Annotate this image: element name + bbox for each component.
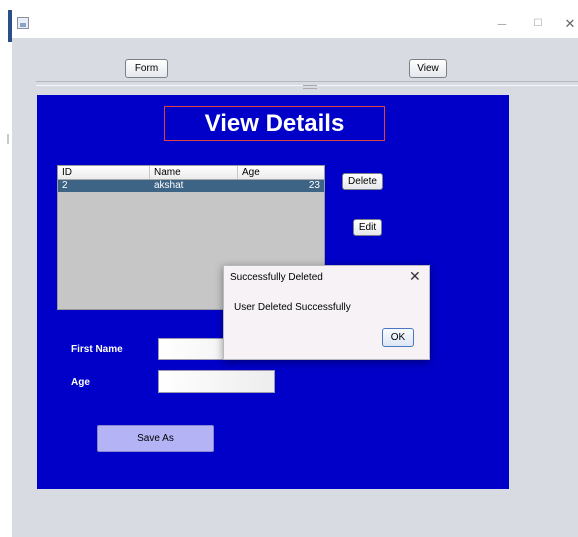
delete-button[interactable]: Delete: [342, 173, 383, 190]
split-pane-handle[interactable]: [303, 85, 317, 89]
column-header-age[interactable]: Age: [238, 166, 324, 179]
dialog-title: Successfully Deleted: [230, 272, 323, 283]
table-header: ID Name Age: [58, 166, 324, 180]
cell-age: 23: [308, 180, 320, 191]
background-edge: [0, 0, 12, 537]
cell-name: akshat: [154, 180, 184, 191]
first-name-label: First Name: [71, 344, 123, 355]
dialog-close-icon[interactable]: ✕: [409, 268, 421, 285]
ok-button[interactable]: OK: [382, 328, 414, 347]
column-header-id[interactable]: ID: [58, 166, 150, 179]
edit-button[interactable]: Edit: [353, 219, 382, 236]
title-bar: ─ ☐ ✕: [12, 10, 578, 38]
minimize-button[interactable]: ─: [492, 15, 512, 33]
page-title: View Details: [164, 106, 385, 141]
maximize-button[interactable]: ☐: [528, 15, 548, 33]
dialog-message: User Deleted Successfully: [234, 302, 351, 313]
close-window-button[interactable]: ✕: [560, 15, 578, 33]
column-header-name[interactable]: Name: [150, 166, 238, 179]
table-row[interactable]: 2 akshat 23: [58, 180, 324, 192]
cell-id: 2: [62, 180, 68, 191]
age-label: Age: [71, 377, 90, 388]
form-button[interactable]: Form: [125, 59, 168, 78]
age-field[interactable]: [158, 370, 275, 393]
save-as-button[interactable]: Save As: [97, 425, 214, 452]
success-dialog: Successfully Deleted ✕ User Deleted Succ…: [223, 265, 430, 360]
java-app-icon: [17, 17, 29, 29]
background-scroll-tick: [7, 134, 9, 144]
view-button[interactable]: View: [409, 59, 447, 78]
